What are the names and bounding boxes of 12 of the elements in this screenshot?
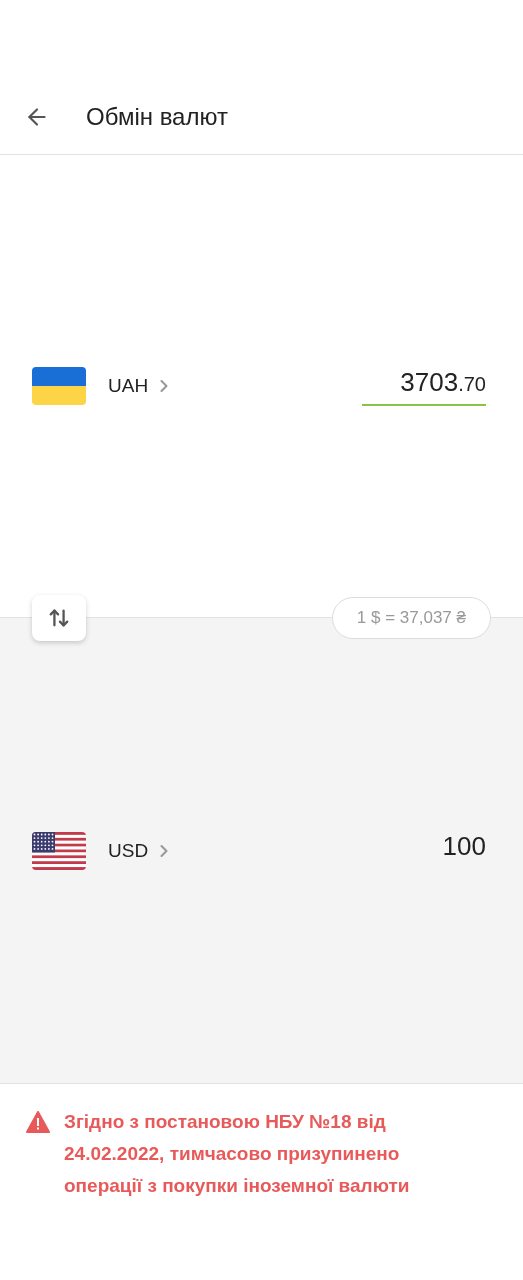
- amount-field[interactable]: 100: [362, 831, 486, 870]
- flag-icon: [32, 367, 86, 405]
- exchange-rate: 1 $ = 37,037 ₴: [331, 597, 491, 639]
- swap-icon: [48, 607, 70, 629]
- notice-text: Згідно з постановою НБУ №18 від 24.02.2022, тимчасово призупинено операції з покупки іноземної валюти: [64, 1110, 411, 1198]
- currency-selector[interactable]: UAH: [86, 375, 175, 397]
- flag-icon: [32, 831, 86, 870]
- warning-icon: [26, 1111, 50, 1133]
- currency-selector[interactable]: USD: [86, 839, 175, 862]
- amount-field[interactable]: 3703.70: [362, 366, 486, 406]
- swap-button[interactable]: [32, 595, 86, 641]
- screen-title: Обмін валют: [86, 103, 228, 131]
